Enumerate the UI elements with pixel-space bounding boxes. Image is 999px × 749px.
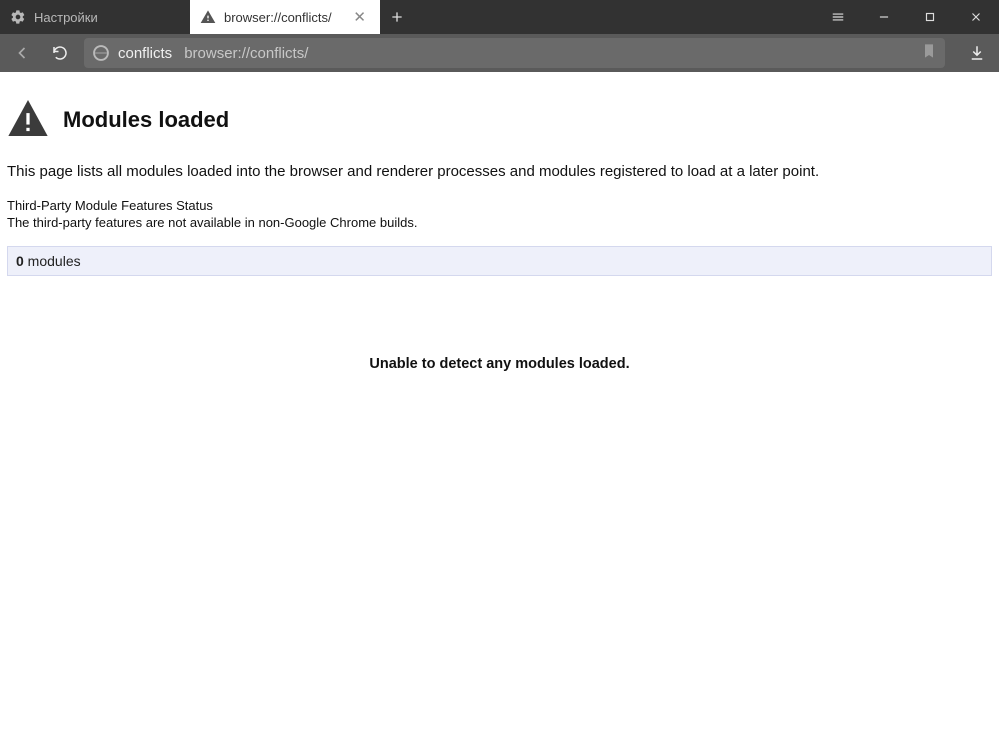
bookmark-icon[interactable] (921, 43, 937, 63)
back-button[interactable] (8, 39, 36, 67)
status-note: The third-party features are not availab… (7, 215, 992, 230)
page-content: Modules loaded This page lists all modul… (0, 72, 999, 452)
new-tab-button[interactable] (380, 0, 414, 34)
gear-icon (10, 9, 26, 25)
tab-bar: Настройки browser://conflicts/ ✕ (0, 0, 999, 34)
module-count-label: modules (24, 253, 81, 269)
menu-button[interactable] (815, 0, 861, 34)
module-count-bar: 0 modules (7, 246, 992, 276)
tab-label: browser://conflicts/ (224, 10, 332, 25)
page-title: Modules loaded (63, 107, 229, 133)
window-controls (815, 0, 999, 34)
address-host: conflicts (118, 45, 172, 62)
tab-conflicts[interactable]: browser://conflicts/ ✕ (190, 0, 380, 34)
site-info-icon[interactable] (92, 44, 110, 62)
close-window-button[interactable] (953, 0, 999, 34)
address-bar[interactable]: conflicts browser://conflicts/ (84, 38, 945, 68)
minimize-button[interactable] (861, 0, 907, 34)
maximize-button[interactable] (907, 0, 953, 34)
downloads-button[interactable] (963, 39, 991, 67)
status-heading: Third-Party Module Features Status (7, 198, 992, 213)
reload-button[interactable] (46, 39, 74, 67)
empty-message: Unable to detect any modules loaded. (7, 276, 992, 452)
page-header: Modules loaded (7, 72, 992, 153)
address-url: browser://conflicts/ (184, 45, 308, 62)
tab-label: Настройки (34, 10, 98, 25)
tab-close-button[interactable]: ✕ (349, 8, 370, 27)
toolbar: conflicts browser://conflicts/ (0, 34, 999, 72)
page-description: This page lists all modules loaded into … (7, 153, 992, 198)
warning-icon (7, 100, 49, 139)
module-count: 0 (16, 253, 24, 269)
warning-icon (200, 9, 216, 25)
tab-settings[interactable]: Настройки (0, 0, 190, 34)
